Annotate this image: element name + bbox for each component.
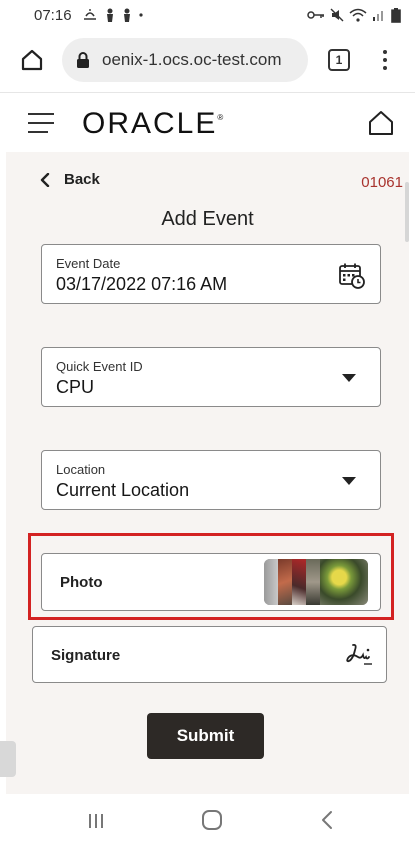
- notification-icon: [106, 8, 113, 22]
- event-date-field[interactable]: Event Date 03/17/2022 07:16 AM: [41, 244, 381, 304]
- hamburger-menu-icon[interactable]: [28, 113, 54, 133]
- signature-label: Signature: [51, 647, 121, 664]
- location-label: Location: [56, 462, 106, 477]
- quick-event-id-label: Quick Event ID: [56, 359, 143, 374]
- mute-icon: [330, 8, 344, 22]
- nav-back-icon[interactable]: [320, 810, 334, 830]
- logo-text: ORACLE: [82, 107, 218, 140]
- vpn-key-icon: [307, 11, 324, 19]
- browser-home-icon[interactable]: [20, 48, 44, 72]
- photo-field[interactable]: Photo: [41, 553, 381, 611]
- weather-icon: [83, 9, 96, 20]
- signal-icon: [373, 11, 383, 21]
- edge-panel-handle[interactable]: [0, 741, 16, 777]
- oracle-logo: ORACLE®: [82, 107, 225, 141]
- signature-icon[interactable]: [344, 641, 374, 667]
- status-right-icons: [307, 7, 401, 23]
- back-label: Back: [64, 171, 100, 188]
- status-bar: 07:16: [0, 0, 415, 30]
- notification-icon: [123, 8, 130, 22]
- photo-thumbnail[interactable]: [292, 559, 306, 605]
- event-date-label: Event Date: [56, 256, 121, 271]
- app-header: ORACLE®: [0, 92, 415, 152]
- photo-thumbnail[interactable]: [306, 559, 320, 605]
- chevron-down-icon[interactable]: [342, 477, 356, 485]
- home-icon[interactable]: [368, 110, 394, 136]
- tab-switcher-button[interactable]: 1: [328, 49, 350, 71]
- recents-icon[interactable]: [86, 812, 106, 830]
- battery-icon: [391, 7, 401, 23]
- url-text[interactable]: oenix-1.ocs.oc-test.com: [102, 50, 282, 70]
- registered-mark: ®: [217, 113, 226, 122]
- photo-label: Photo: [60, 574, 103, 591]
- chevron-down-icon[interactable]: [342, 374, 356, 382]
- page-title: Add Event: [161, 208, 254, 230]
- system-nav-bar: [0, 794, 415, 846]
- location-value[interactable]: Current Location: [56, 480, 189, 501]
- browser-menu-icon[interactable]: [380, 47, 390, 73]
- wifi-icon: [349, 8, 367, 22]
- nav-home-icon[interactable]: [202, 810, 222, 830]
- photo-thumbnail[interactable]: [320, 559, 368, 605]
- photo-thumbnails[interactable]: [264, 559, 368, 605]
- location-select[interactable]: Location Current Location: [41, 450, 381, 510]
- chevron-left-icon: [40, 172, 50, 187]
- content-area: Back 01061 Add Event Event Date 03/17/20…: [6, 152, 409, 794]
- lock-icon: [77, 52, 89, 68]
- submit-button[interactable]: Submit: [147, 713, 264, 759]
- back-button[interactable]: Back: [40, 171, 100, 188]
- quick-event-id-select[interactable]: Quick Event ID CPU: [41, 347, 381, 407]
- status-left-icons: [82, 8, 143, 22]
- photo-thumbnail[interactable]: [264, 559, 278, 605]
- event-date-value[interactable]: 03/17/2022 07:16 AM: [56, 274, 227, 295]
- address-bar[interactable]: oenix-1.ocs.oc-test.com: [62, 38, 308, 82]
- signature-field[interactable]: Signature: [32, 626, 387, 683]
- dot-icon: [138, 13, 143, 17]
- photo-thumbnail[interactable]: [278, 559, 292, 605]
- record-id: 01061: [361, 174, 403, 191]
- status-time: 07:16: [34, 6, 72, 24]
- quick-event-id-value[interactable]: CPU: [56, 377, 94, 398]
- browser-toolbar: oenix-1.ocs.oc-test.com 1: [0, 30, 415, 90]
- calendar-clock-icon[interactable]: [338, 262, 366, 290]
